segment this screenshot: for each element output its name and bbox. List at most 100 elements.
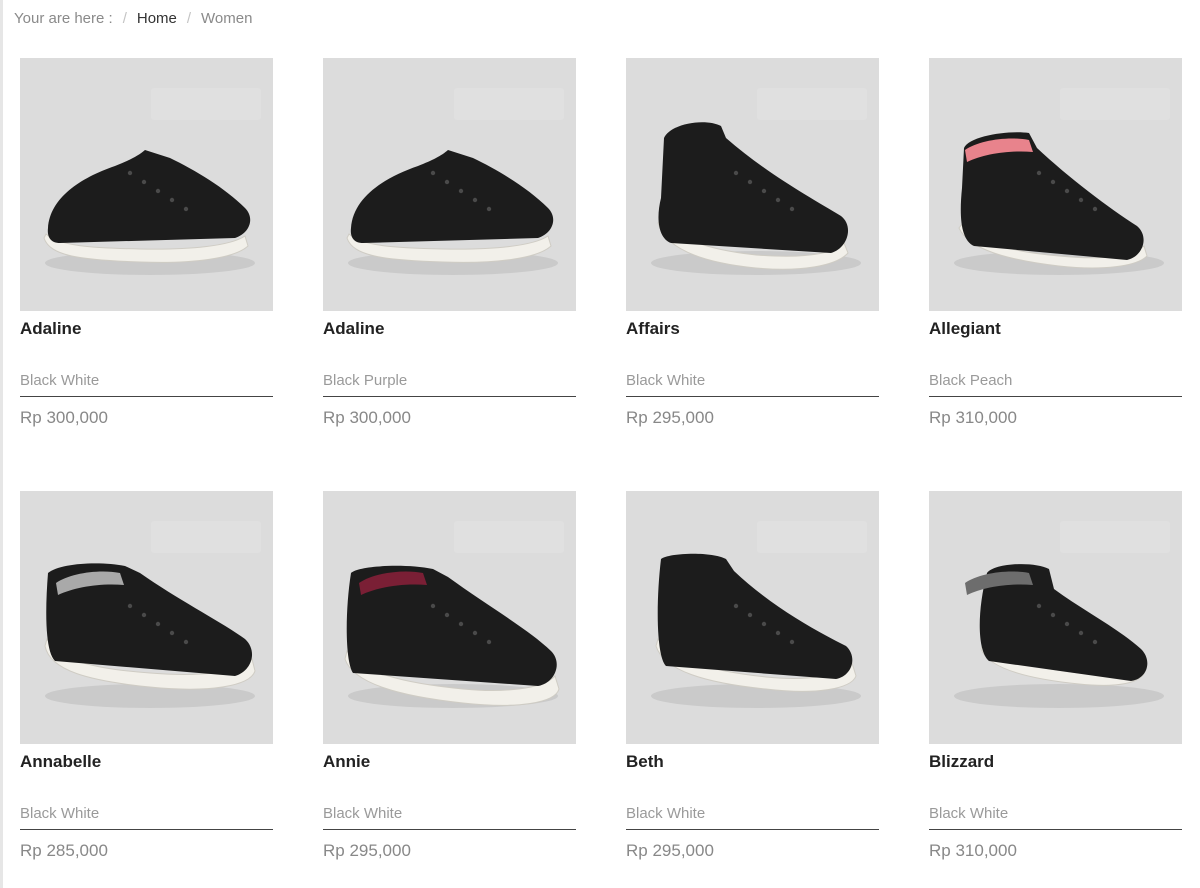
shoe-eyelet <box>169 630 175 636</box>
product-image[interactable] <box>20 58 273 311</box>
shoe-illustration <box>651 553 861 708</box>
product-color: Black White <box>20 805 100 822</box>
divider <box>20 829 273 830</box>
product-price: Rp 295,000 <box>626 408 714 427</box>
shoe-eyelet <box>444 179 450 185</box>
product-card: Adaline Black Purple Rp 300,000 <box>323 58 576 491</box>
shoe-group <box>44 563 256 708</box>
shoe-shadow <box>954 684 1164 708</box>
product-card: Allegiant Black Peach Rp 310,000 <box>929 58 1182 491</box>
shoe-eyelet <box>1050 612 1056 618</box>
shoe-illustration <box>651 122 861 275</box>
shoe-illustration <box>43 150 255 275</box>
shoe-eyelet <box>486 206 492 212</box>
product-image[interactable] <box>20 491 273 744</box>
shoe-illustration <box>346 150 558 275</box>
breadcrumb-women-link[interactable]: Women <box>201 8 252 30</box>
divider <box>323 829 576 830</box>
product-color: Black White <box>323 805 403 822</box>
shoe-eyelet <box>1036 603 1042 609</box>
shoe-illustration <box>954 132 1164 275</box>
shoe-eyelet <box>747 612 753 618</box>
divider <box>929 396 1182 397</box>
product-grid: Adaline Black White Rp 300,000 Adaline B… <box>20 58 1186 888</box>
shoe-eyelet <box>775 197 781 203</box>
product-color: Black White <box>626 372 706 389</box>
product-name[interactable]: Annie <box>323 751 576 773</box>
shoe-eyelet <box>458 621 464 627</box>
product-name[interactable]: Blizzard <box>929 751 1182 773</box>
shoe-group <box>346 150 558 275</box>
shoe-eyelet <box>775 630 781 636</box>
product-name[interactable]: Beth <box>626 751 879 773</box>
shoe-eyelet <box>1036 170 1042 176</box>
product-color: Black White <box>20 372 100 389</box>
shoe-eyelet <box>1078 630 1084 636</box>
shoe-eyelet <box>789 639 795 645</box>
product-price: Rp 310,000 <box>929 408 1017 427</box>
shoe-group <box>651 122 861 275</box>
shoe-eyelet <box>169 197 175 203</box>
divider <box>626 829 879 830</box>
shoe-eyelet <box>789 206 795 212</box>
product-image[interactable] <box>323 491 576 744</box>
breadcrumb: Your are here : / Home / Women <box>14 8 252 30</box>
shoe-group <box>954 132 1164 275</box>
shoe-eyelet <box>155 621 161 627</box>
divider <box>20 396 273 397</box>
product-price: Rp 285,000 <box>20 841 108 860</box>
shoe-eyelet <box>183 206 189 212</box>
shoe-illustration <box>44 563 256 708</box>
shoe-eyelet <box>1078 197 1084 203</box>
product-name[interactable]: Annabelle <box>20 751 273 773</box>
shoe-group <box>651 553 861 708</box>
shoe-eyelet <box>444 612 450 618</box>
product-image[interactable] <box>626 491 879 744</box>
product-image[interactable] <box>323 58 576 311</box>
product-card: Blizzard Black White Rp 310,000 <box>929 491 1182 888</box>
product-name[interactable]: Adaline <box>20 318 273 340</box>
product-card: Adaline Black White Rp 300,000 <box>20 58 273 491</box>
product-color: Black Purple <box>323 372 408 389</box>
shoe-illustration <box>954 564 1164 708</box>
shoe-eyelet <box>1064 621 1070 627</box>
shoe-eyelet <box>183 639 189 645</box>
product-name[interactable]: Adaline <box>323 318 576 340</box>
divider <box>323 396 576 397</box>
product-image[interactable] <box>626 58 879 311</box>
page: Your are here : / Home / Women Adaline B… <box>0 0 1200 888</box>
shoe-eyelet <box>141 612 147 618</box>
shoe-eyelet <box>1050 179 1056 185</box>
shoe-upper <box>350 150 554 243</box>
product-color: Black White <box>929 805 1009 822</box>
product-card: Annie Black White Rp 295,000 <box>323 491 576 888</box>
product-color: Black White <box>626 805 706 822</box>
shoe-upper <box>47 150 251 243</box>
product-price: Rp 295,000 <box>626 841 714 860</box>
breadcrumb-separator: / <box>122 10 127 27</box>
shoe-eyelet <box>761 188 767 194</box>
shoe-eyelet <box>155 188 161 194</box>
breadcrumb-separator: / <box>186 10 192 27</box>
shoe-shadow <box>45 684 255 708</box>
shoe-eyelet <box>1064 188 1070 194</box>
product-image[interactable] <box>929 491 1182 744</box>
shoe-illustration <box>344 565 560 708</box>
shoe-group <box>344 565 560 708</box>
product-card: Beth Black White Rp 295,000 <box>626 491 879 888</box>
shoe-eyelet <box>141 179 147 185</box>
product-price: Rp 310,000 <box>929 841 1017 860</box>
product-card: Affairs Black White Rp 295,000 <box>626 58 879 491</box>
shoe-eyelet <box>127 170 133 176</box>
shoe-eyelet <box>430 170 436 176</box>
product-name[interactable]: Allegiant <box>929 318 1182 340</box>
product-price: Rp 295,000 <box>323 841 411 860</box>
breadcrumb-home-link[interactable]: Home <box>137 8 177 30</box>
shoe-eyelet <box>761 621 767 627</box>
product-image[interactable] <box>929 58 1182 311</box>
product-name[interactable]: Affairs <box>626 318 879 340</box>
shoe-group <box>43 150 255 275</box>
shoe-eyelet <box>472 197 478 203</box>
breadcrumb-prefix: Your are here : <box>14 10 113 27</box>
shoe-eyelet <box>430 603 436 609</box>
